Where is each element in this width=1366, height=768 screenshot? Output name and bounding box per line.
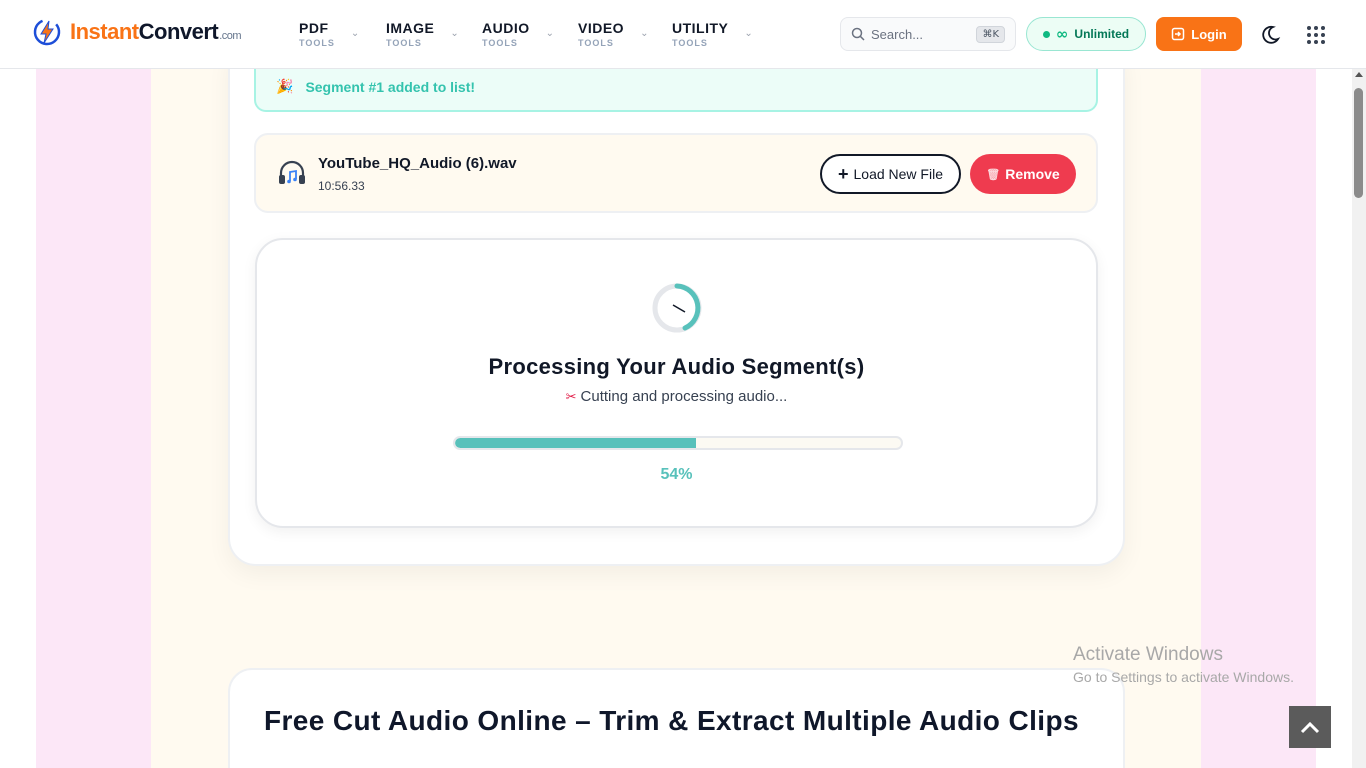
logo-suffix: .com — [219, 30, 242, 42]
progress-bar — [453, 436, 903, 450]
load-new-file-label: Load New File — [853, 166, 944, 182]
nav-audio-label: AUDIO — [482, 20, 530, 36]
processing-status-text: Cutting and processing audio... — [580, 388, 788, 405]
nav-audio-sub: TOOLS — [482, 38, 518, 48]
chevron-down-icon: ⌄ — [350, 28, 360, 39]
chevron-up-icon — [1300, 721, 1320, 734]
search-input[interactable] — [871, 26, 967, 42]
scrollbar-thumb[interactable] — [1354, 88, 1363, 198]
processing-status: ✂ Cutting and processing audio... — [257, 388, 1096, 405]
load-new-file-button[interactable]: + Load New File — [820, 154, 961, 194]
login-button[interactable]: Login — [1156, 17, 1242, 51]
toast-message: Segment #1 added to list! — [305, 79, 476, 95]
search-box[interactable]: ⌘K — [840, 17, 1016, 51]
file-name: YouTube_HQ_Audio (6).wav — [318, 155, 517, 172]
success-toast: 🎉 Segment #1 added to list! — [254, 64, 1098, 112]
main-nav: PDF TOOLS ⌄ IMAGE TOOLS ⌄ AUDIO TOOLS ⌄ VID… — [299, 20, 772, 48]
nav-image-sub: TOOLS — [386, 38, 422, 48]
nav-pdf-label: PDF — [299, 20, 329, 36]
dark-mode-moon-icon[interactable] — [1259, 24, 1281, 46]
scroll-up-arrow-icon[interactable] — [1355, 72, 1363, 77]
nav-audio-tools[interactable]: AUDIO TOOLS ⌄ — [482, 20, 578, 48]
chevron-down-icon: ⌄ — [640, 28, 649, 39]
nav-pdf-sub: TOOLS — [299, 38, 335, 48]
info-section: Free Cut Audio Online – Trim & Extract M… — [228, 668, 1125, 768]
nav-utility-label: UTILITY — [672, 20, 729, 36]
login-icon — [1172, 27, 1185, 41]
progress-bar-fill — [455, 438, 696, 448]
windows-activation-watermark: Activate Windows Go to Settings to activ… — [1073, 644, 1294, 685]
site-header: InstantConvert.com PDF TOOLS ⌄ IMAGE TOOLS… — [0, 0, 1366, 69]
search-shortcut-badge: ⌘K — [976, 26, 1005, 43]
nav-utility-tools[interactable]: UTILITY TOOLS ⌄ — [672, 20, 772, 48]
loaded-file-card: YouTube_HQ_Audio (6).wav 10:56.33 + Load… — [254, 133, 1098, 213]
nav-pdf-tools[interactable]: PDF TOOLS ⌄ — [299, 20, 386, 48]
watermark-line-2: Go to Settings to activate Windows. — [1073, 669, 1294, 685]
nav-image-tools[interactable]: IMAGE TOOLS ⌄ — [386, 20, 482, 48]
nav-image-label: IMAGE — [386, 20, 435, 36]
infinity-icon: ∞ — [1055, 25, 1069, 43]
chevron-down-icon: ⌄ — [545, 28, 555, 39]
site-logo[interactable]: InstantConvert.com — [32, 17, 242, 47]
remove-file-button[interactable]: 🗑 Remove — [970, 154, 1076, 194]
chevron-down-icon: ⌄ — [744, 28, 753, 39]
chevron-down-icon: ⌄ — [450, 28, 459, 39]
status-dot-icon — [1042, 30, 1050, 38]
watermark-line-1: Activate Windows — [1073, 644, 1223, 665]
file-duration: 10:56.33 — [318, 179, 365, 193]
nav-video-label: VIDEO — [578, 20, 625, 36]
lightning-logo-icon — [33, 18, 61, 46]
unlimited-plan-badge[interactable]: ∞ Unlimited — [1026, 17, 1146, 51]
party-popper-icon: 🎉 — [276, 79, 294, 95]
scissors-icon: ✂ — [565, 390, 577, 405]
back-to-top-button[interactable] — [1289, 706, 1331, 748]
processing-card: Processing Your Audio Segment(s) ✂ Cuttin… — [255, 238, 1098, 528]
login-label: Login — [1191, 26, 1227, 42]
logo-word-instant: Instant — [70, 19, 139, 44]
logo-word-convert: Convert — [138, 19, 219, 44]
plus-icon: + — [837, 163, 849, 184]
apps-grid-icon[interactable] — [1305, 24, 1327, 46]
trash-icon: 🗑 — [986, 168, 1001, 181]
progress-percent: 54% — [660, 466, 693, 483]
logo-text: InstantConvert.com — [70, 19, 242, 45]
processing-title: Processing Your Audio Segment(s) — [488, 354, 865, 379]
remove-file-label: Remove — [1005, 166, 1060, 182]
loading-spinner-icon — [652, 283, 702, 333]
search-icon — [851, 27, 865, 41]
nav-video-tools[interactable]: VIDEO TOOLS ⌄ — [578, 20, 672, 48]
info-section-title: Free Cut Audio Online – Trim & Extract M… — [264, 705, 1079, 736]
nav-video-sub: TOOLS — [578, 38, 614, 48]
background-left-panel — [36, 69, 151, 768]
nav-utility-sub: TOOLS — [672, 38, 708, 48]
plan-badge-label: Unlimited — [1074, 27, 1130, 41]
headphones-icon — [279, 160, 305, 184]
